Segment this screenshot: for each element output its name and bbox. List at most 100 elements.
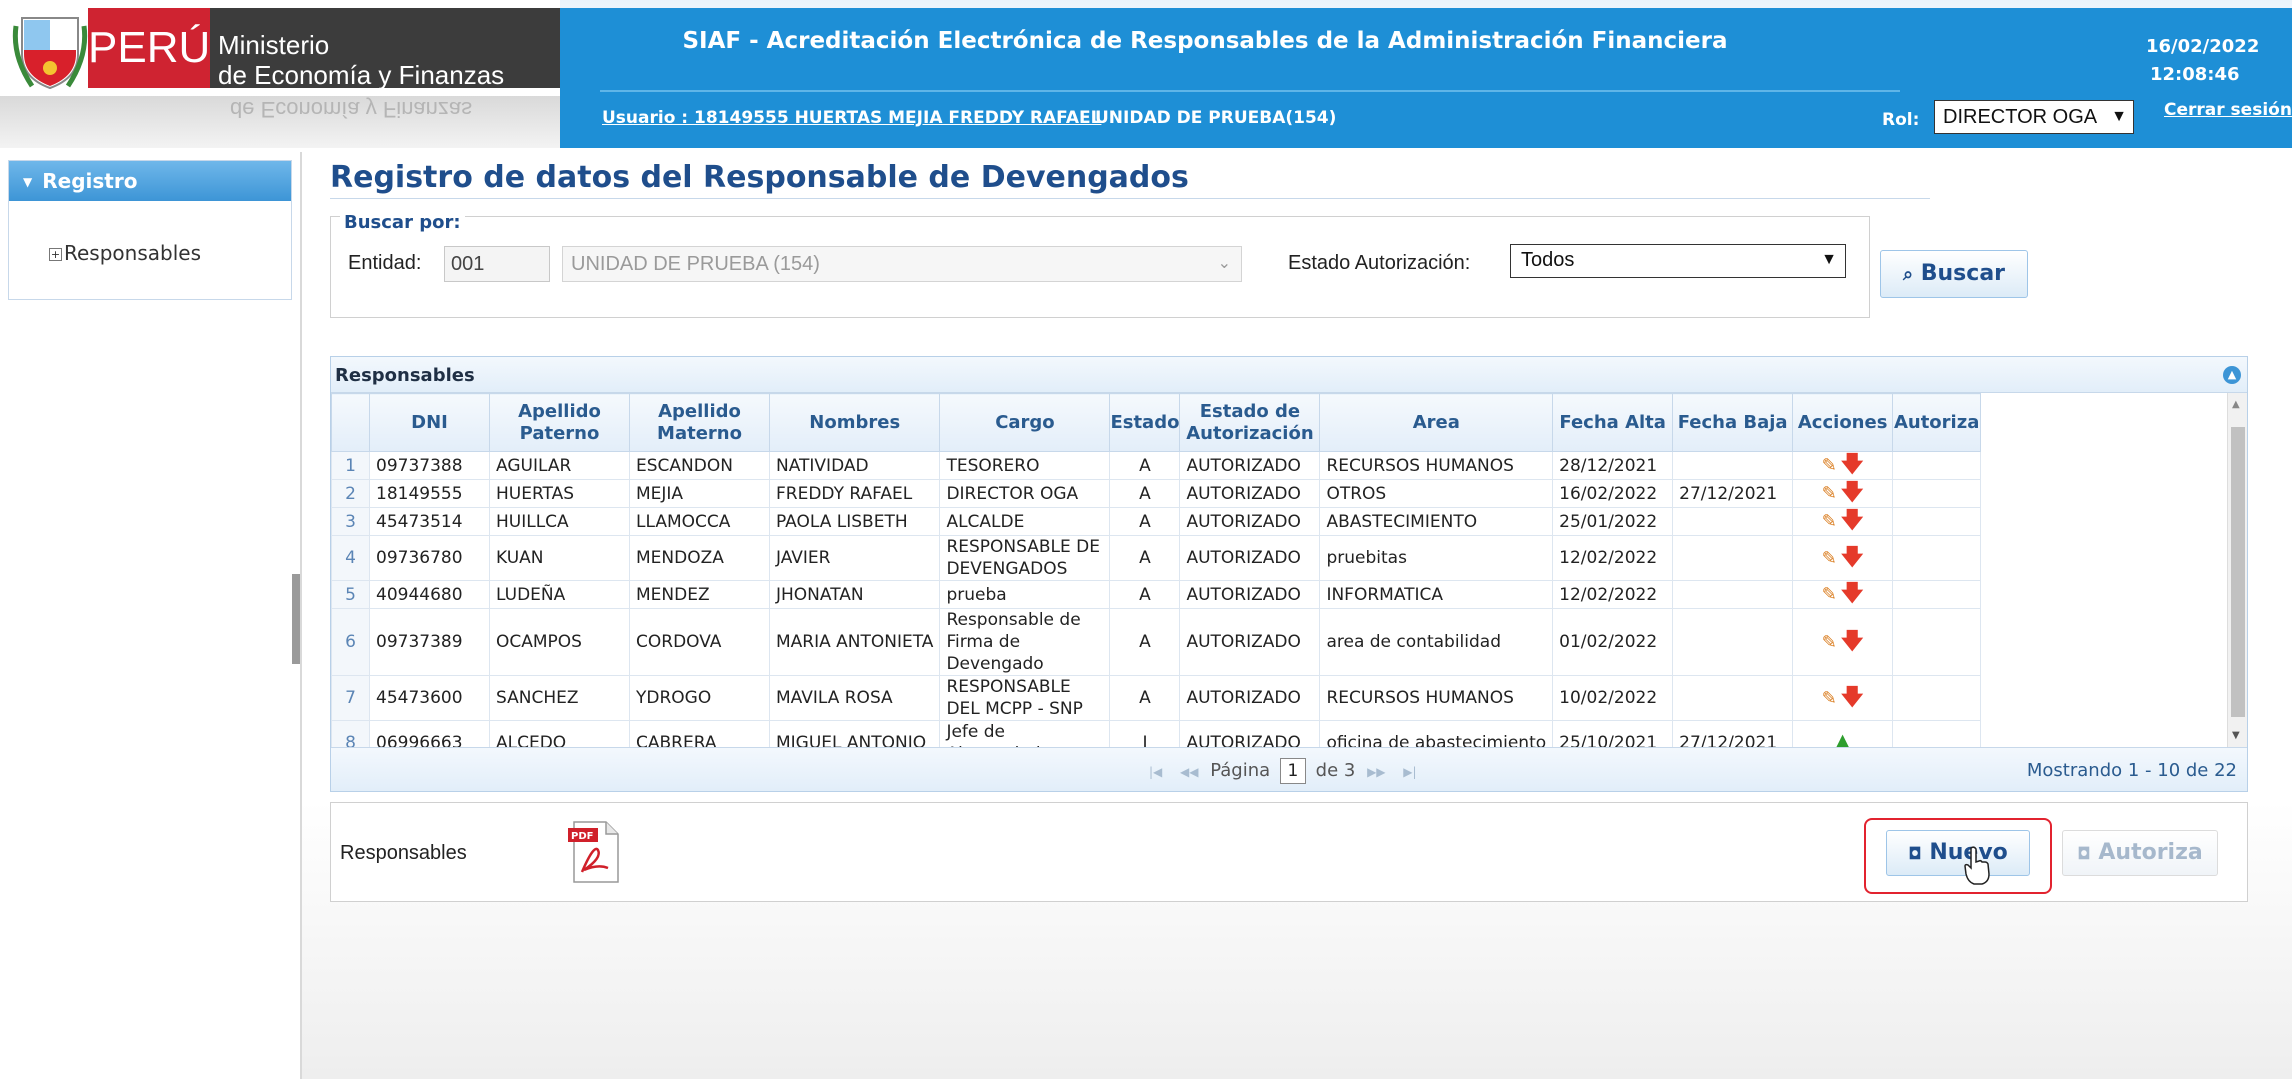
buscar-button[interactable]: ⌕ Buscar — [1880, 250, 2028, 298]
cell-autoriza[interactable] — [1892, 675, 1982, 721]
entidad-select[interactable]: UNIDAD DE PRUEBA (154) ⌄ — [562, 246, 1242, 282]
grid-body: DNI Apellido Paterno Apellido Materno No… — [331, 393, 2227, 747]
cell-apellido-materno: MENDEZ — [629, 580, 770, 609]
system-title: SIAF - Acreditación Electrónica de Respo… — [682, 28, 1728, 54]
cell-dni: 40944680 — [369, 580, 490, 609]
cell-estado: A — [1109, 675, 1181, 721]
table-row[interactable]: 7 45473600 SANCHEZ YDROGO MAVILA ROSA RESPONS… — [331, 675, 1982, 721]
cell-autoriza[interactable] — [1892, 507, 1982, 536]
user-link[interactable]: Usuario : 18149555 HUERTAS MEJIA FREDDY … — [602, 108, 1101, 128]
first-page-icon[interactable]: |◀ — [1149, 765, 1162, 779]
cell-acciones: ✎ 🡇 — [1792, 608, 1894, 676]
role-label: Rol: — [1882, 110, 1920, 130]
deactivate-arrow-icon[interactable]: 🡇 — [1841, 545, 1864, 570]
edit-icon[interactable]: ✎ — [1822, 455, 1837, 476]
col-header-apellido-paterno[interactable]: Apellido Paterno — [489, 393, 630, 452]
activate-arrow-icon[interactable]: ▲ — [1833, 728, 1851, 748]
cell-cargo: Responsable de Firma de Devengado — [939, 608, 1111, 676]
table-row[interactable]: 1 09737388 AGUILAR ESCANDON NATIVIDAD TESORER… — [331, 451, 1982, 480]
chevron-down-icon: ▼ — [1821, 251, 1837, 268]
deactivate-arrow-icon[interactable]: 🡇 — [1841, 629, 1864, 654]
edit-icon[interactable]: ✎ — [1822, 548, 1837, 569]
cell-autoriza[interactable] — [1892, 720, 1982, 747]
sidebar-scrollbar[interactable] — [292, 574, 300, 664]
table-row[interactable]: 6 09737389 OCAMPOS CORDOVA MARIA ANTONIETA Re… — [331, 608, 1982, 676]
col-header-area[interactable]: Area — [1319, 393, 1554, 452]
cell-fecha-alta: 01/02/2022 — [1552, 608, 1674, 676]
main-content: Registro de datos del Responsable de Dev… — [302, 152, 2292, 1079]
scroll-up-icon[interactable]: ▲ — [2232, 399, 2240, 410]
sidebar-item-responsables[interactable]: + Responsables — [49, 241, 201, 265]
deactivate-arrow-icon[interactable]: 🡇 — [1841, 453, 1864, 478]
cell-estado: A — [1109, 507, 1181, 536]
estado-autorizacion-label: Estado Autorización: — [1288, 252, 1471, 274]
next-page-icon[interactable]: ▶▶ — [1367, 765, 1385, 779]
grid-scrollbar[interactable]: ▲ ▼ — [2227, 393, 2247, 747]
estado-autorizacion-select[interactable]: Todos ▼ — [1510, 244, 1846, 278]
new-icon: ◘ — [1908, 844, 1922, 863]
cell-apellido-materno: MEJIA — [629, 479, 770, 508]
col-header-apellido-materno[interactable]: Apellido Materno — [629, 393, 770, 452]
deactivate-arrow-icon[interactable]: 🡇 — [1841, 685, 1864, 710]
cell-autoriza[interactable] — [1892, 608, 1982, 676]
collapse-grid-icon[interactable]: ▲ — [2223, 366, 2241, 384]
col-header-estado-autorizacion[interactable]: Estado de Autorización — [1179, 393, 1321, 452]
col-header-nombres[interactable]: Nombres — [768, 393, 941, 452]
cell-autoriza[interactable] — [1892, 535, 1982, 581]
sidebar-item-label: Responsables — [64, 241, 201, 265]
cell-fecha-alta: 25/01/2022 — [1552, 507, 1674, 536]
search-legend: Buscar por: — [340, 212, 465, 233]
pdf-icon[interactable]: PDF — [568, 820, 620, 884]
cell-nombres: JAVIER — [768, 535, 941, 581]
cell-apellido-paterno: LUDEÑA — [489, 580, 630, 609]
cell-estado-autorizacion: AUTORIZADO — [1179, 479, 1321, 508]
title-underline — [330, 198, 1930, 199]
table-row[interactable]: 2 18149555 HUERTAS MEJIA FREDDY RAFAEL DIRECT… — [331, 479, 1982, 508]
deactivate-arrow-icon[interactable]: 🡇 — [1841, 481, 1864, 506]
scrollbar-thumb[interactable] — [2231, 427, 2245, 717]
edit-icon[interactable]: ✎ — [1822, 688, 1837, 709]
cell-cargo: DIRECTOR OGA — [939, 479, 1111, 508]
col-header-fecha-alta[interactable]: Fecha Alta — [1552, 393, 1674, 452]
cell-autoriza[interactable] — [1892, 451, 1982, 480]
table-row[interactable]: 4 09736780 KUAN MENDOZA JAVIER RESPONSABLE DE… — [331, 535, 1982, 581]
cell-apellido-paterno: HUILLCA — [489, 507, 630, 536]
last-page-icon[interactable]: ▶| — [1403, 765, 1416, 779]
deactivate-arrow-icon[interactable]: 🡇 — [1841, 582, 1864, 607]
table-row[interactable]: 8 06996663 ALCEDO CABRERA MIGUEL ANTONIO Jefe… — [331, 720, 1982, 748]
table-row[interactable]: 5 40944680 LUDEÑA MENDEZ JHONATAN prueba A AUTO… — [331, 580, 1982, 609]
cell-estado: A — [1109, 451, 1181, 480]
pdf-badge-text: PDF — [571, 831, 593, 842]
edit-icon[interactable]: ✎ — [1822, 511, 1837, 532]
logo-area: PERÚ Ministerio de Economía y Finanzas — [0, 0, 560, 105]
col-header-cargo[interactable]: Cargo — [939, 393, 1111, 452]
cell-apellido-materno: LLAMOCCA — [629, 507, 770, 536]
hand-cursor-icon — [1964, 846, 1990, 885]
col-header-estado[interactable]: Estado — [1109, 393, 1181, 452]
logout-link[interactable]: Cerrar sesión — [2164, 100, 2292, 120]
buscar-label: Buscar — [1920, 261, 2006, 286]
scroll-down-icon[interactable]: ▼ — [2232, 730, 2240, 741]
deactivate-arrow-icon[interactable]: 🡇 — [1841, 509, 1864, 534]
cell-estado-autorizacion: AUTORIZADO — [1179, 580, 1321, 609]
entidad-code-field[interactable]: 001 — [444, 246, 550, 282]
col-header-fecha-baja[interactable]: Fecha Baja — [1672, 393, 1794, 452]
cell-cargo: prueba — [939, 580, 1111, 609]
autoriza-button[interactable]: ◘ Autoriza — [2062, 830, 2218, 876]
sidebar-section-registro[interactable]: ▼ Registro — [9, 161, 291, 201]
nuevo-button[interactable]: ◘ Nuevo — [1886, 830, 2030, 876]
col-header-dni[interactable]: DNI — [369, 393, 490, 452]
page-number-input[interactable]: 1 — [1279, 758, 1306, 784]
cell-acciones: ✎ 🡇 — [1792, 675, 1894, 721]
collapse-triangle-icon: ▼ — [23, 175, 33, 189]
cell-autoriza[interactable] — [1892, 479, 1982, 508]
table-row[interactable]: 3 45473514 HUILLCA LLAMOCCA PAOLA LISBETH ALC… — [331, 507, 1982, 536]
edit-icon[interactable]: ✎ — [1822, 584, 1837, 605]
cell-estado-autorizacion: AUTORIZADO — [1179, 720, 1321, 747]
cell-autoriza[interactable] — [1892, 580, 1982, 609]
edit-icon[interactable]: ✎ — [1822, 483, 1837, 504]
edit-icon[interactable]: ✎ — [1822, 632, 1837, 653]
cell-cargo: RESPONSABLE DE DEVENGADOS — [939, 535, 1111, 581]
prev-page-icon[interactable]: ◀◀ — [1180, 765, 1198, 779]
role-select[interactable]: DIRECTOR OGA ▼ — [1934, 100, 2134, 134]
